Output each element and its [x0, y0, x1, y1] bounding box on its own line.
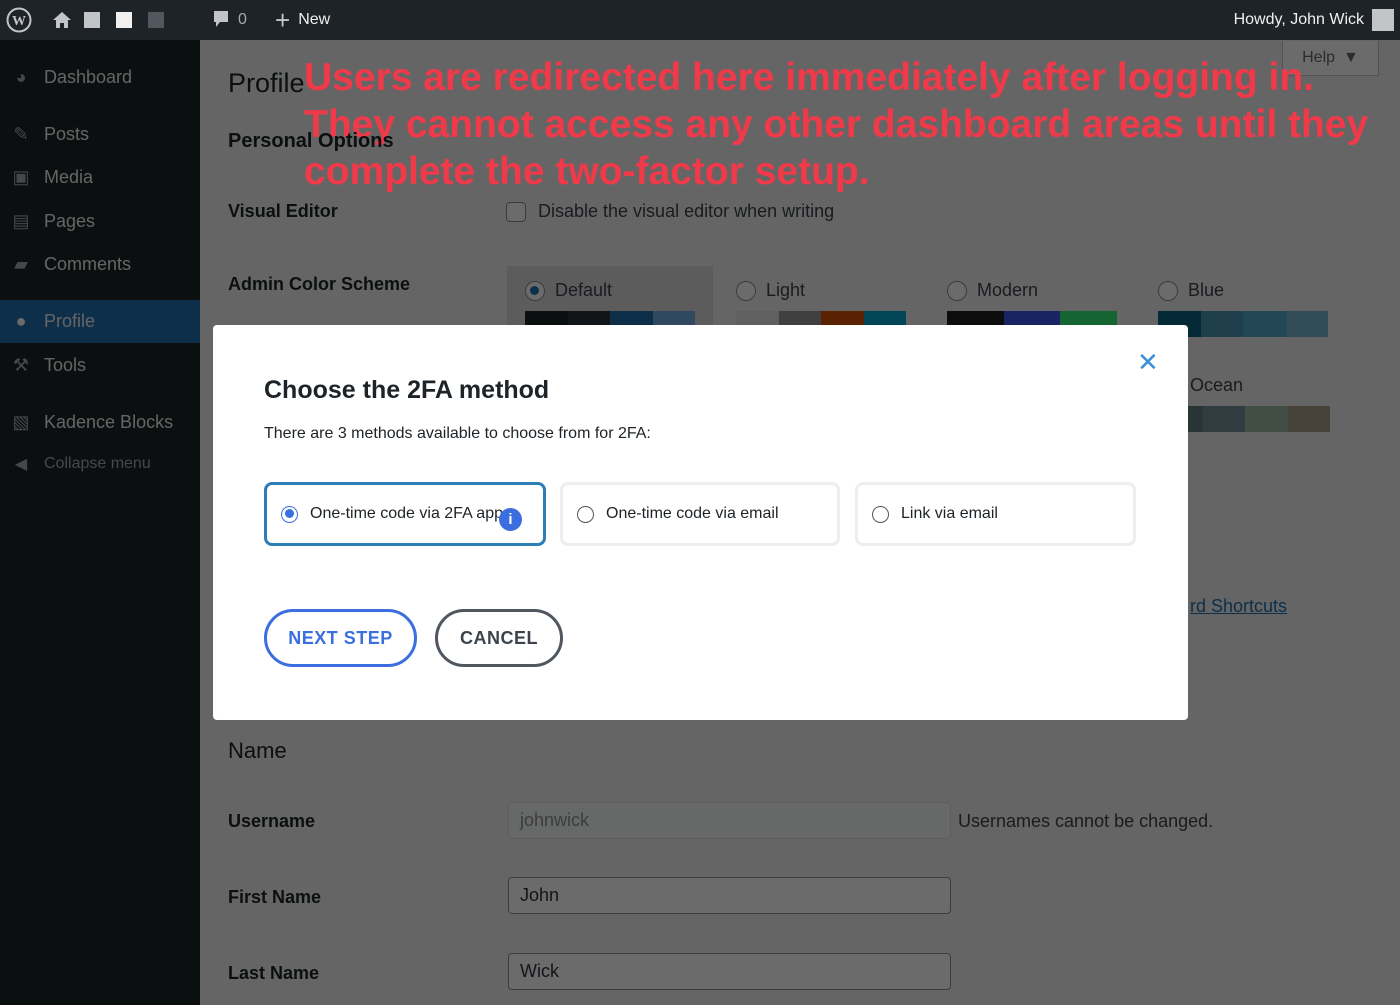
- last-name-field[interactable]: Wick: [508, 953, 951, 990]
- comments-link[interactable]: 0: [212, 0, 247, 40]
- annotation-text: Users are redirected here immediately af…: [304, 56, 1369, 193]
- svg-text:W: W: [12, 14, 26, 29]
- modal-subtitle: There are 3 methods available to choose …: [264, 425, 651, 442]
- kadence-icon: ▧: [12, 411, 30, 432]
- 2fa-method-modal: ✕ Choose the 2FA method There are 3 meth…: [213, 325, 1188, 720]
- first-name-field[interactable]: John: [508, 877, 951, 914]
- pages-icon: ▤: [12, 210, 30, 231]
- username-label: Username: [228, 811, 316, 831]
- last-name-label: Last Name: [228, 963, 320, 983]
- cancel-button[interactable]: CANCEL: [435, 609, 563, 667]
- sidebar-item-posts[interactable]: ✎ Posts: [0, 114, 200, 154]
- first-name-label: First Name: [228, 887, 322, 907]
- media-icon: ▣: [12, 166, 30, 187]
- radio[interactable]: [872, 505, 889, 523]
- username-field[interactable]: johnwick: [508, 802, 951, 839]
- visual-editor-checkbox[interactable]: Disable the visual editor when writing: [506, 201, 834, 222]
- radio[interactable]: [577, 505, 594, 523]
- option-email-link[interactable]: Link via email: [855, 482, 1136, 546]
- sidebar-item-media[interactable]: ▣ Media: [0, 157, 200, 197]
- section-heading: Personal Options: [228, 130, 394, 152]
- account-menu[interactable]: Howdy, John Wick: [1234, 0, 1394, 40]
- modal-title: Choose the 2FA method: [264, 376, 550, 404]
- sidebar-item-comments[interactable]: ▰ Comments: [0, 244, 200, 284]
- close-icon[interactable]: ✕: [1137, 347, 1159, 378]
- admin-sidebar: ◕ Dashboard ✎ Posts ▣ Media ▤ Pages ▰ Comment…: [0, 40, 200, 1005]
- collapse-icon: ◀: [14, 456, 28, 473]
- plus-icon: +: [275, 4, 291, 35]
- pin-icon: ✎: [13, 123, 29, 144]
- info-icon[interactable]: i: [499, 508, 522, 531]
- page-title: Profile: [228, 68, 305, 98]
- sidebar-item-pages[interactable]: ▤ Pages: [0, 201, 200, 241]
- sidebar-item-dashboard[interactable]: ◕ Dashboard: [0, 57, 200, 97]
- visual-editor-label: Visual Editor: [228, 201, 338, 221]
- option-email-code[interactable]: One-time code via email: [560, 482, 840, 546]
- username-note: Usernames cannot be changed.: [958, 811, 1214, 831]
- home-icon[interactable]: [52, 0, 72, 40]
- next-step-button[interactable]: NEXT STEP: [264, 609, 417, 667]
- comment-icon: [214, 11, 228, 27]
- dashboard-icon: ◕: [15, 66, 27, 87]
- checkbox[interactable]: [506, 201, 526, 222]
- new-content-link[interactable]: + New: [275, 0, 330, 40]
- name-heading: Name: [228, 738, 287, 763]
- sidebar-item-kadence-blocks[interactable]: ▧ Kadence Blocks: [0, 402, 200, 442]
- avatar: [1372, 9, 1394, 31]
- admin-bar: W 0 + New Howdy, John Wick: [0, 0, 1400, 40]
- collapse-menu-button[interactable]: ◀ Collapse menu: [0, 444, 200, 484]
- site-icon[interactable]: [84, 0, 164, 40]
- wrench-icon: ⚒: [12, 354, 30, 375]
- keyboard-shortcuts-link[interactable]: rd Shortcuts: [1190, 596, 1287, 617]
- comment-icon: ▰: [14, 253, 28, 274]
- radio-selected[interactable]: [281, 505, 298, 523]
- sidebar-item-tools[interactable]: ⚒ Tools: [0, 345, 200, 385]
- color-scheme-label: Admin Color Scheme: [228, 274, 411, 294]
- sidebar-item-profile[interactable]: ● Profile: [0, 300, 200, 343]
- wordpress-logo-icon[interactable]: W: [6, 0, 32, 40]
- option-2fa-app[interactable]: One-time code via 2FA app i: [264, 482, 546, 546]
- user-icon: ●: [15, 311, 27, 331]
